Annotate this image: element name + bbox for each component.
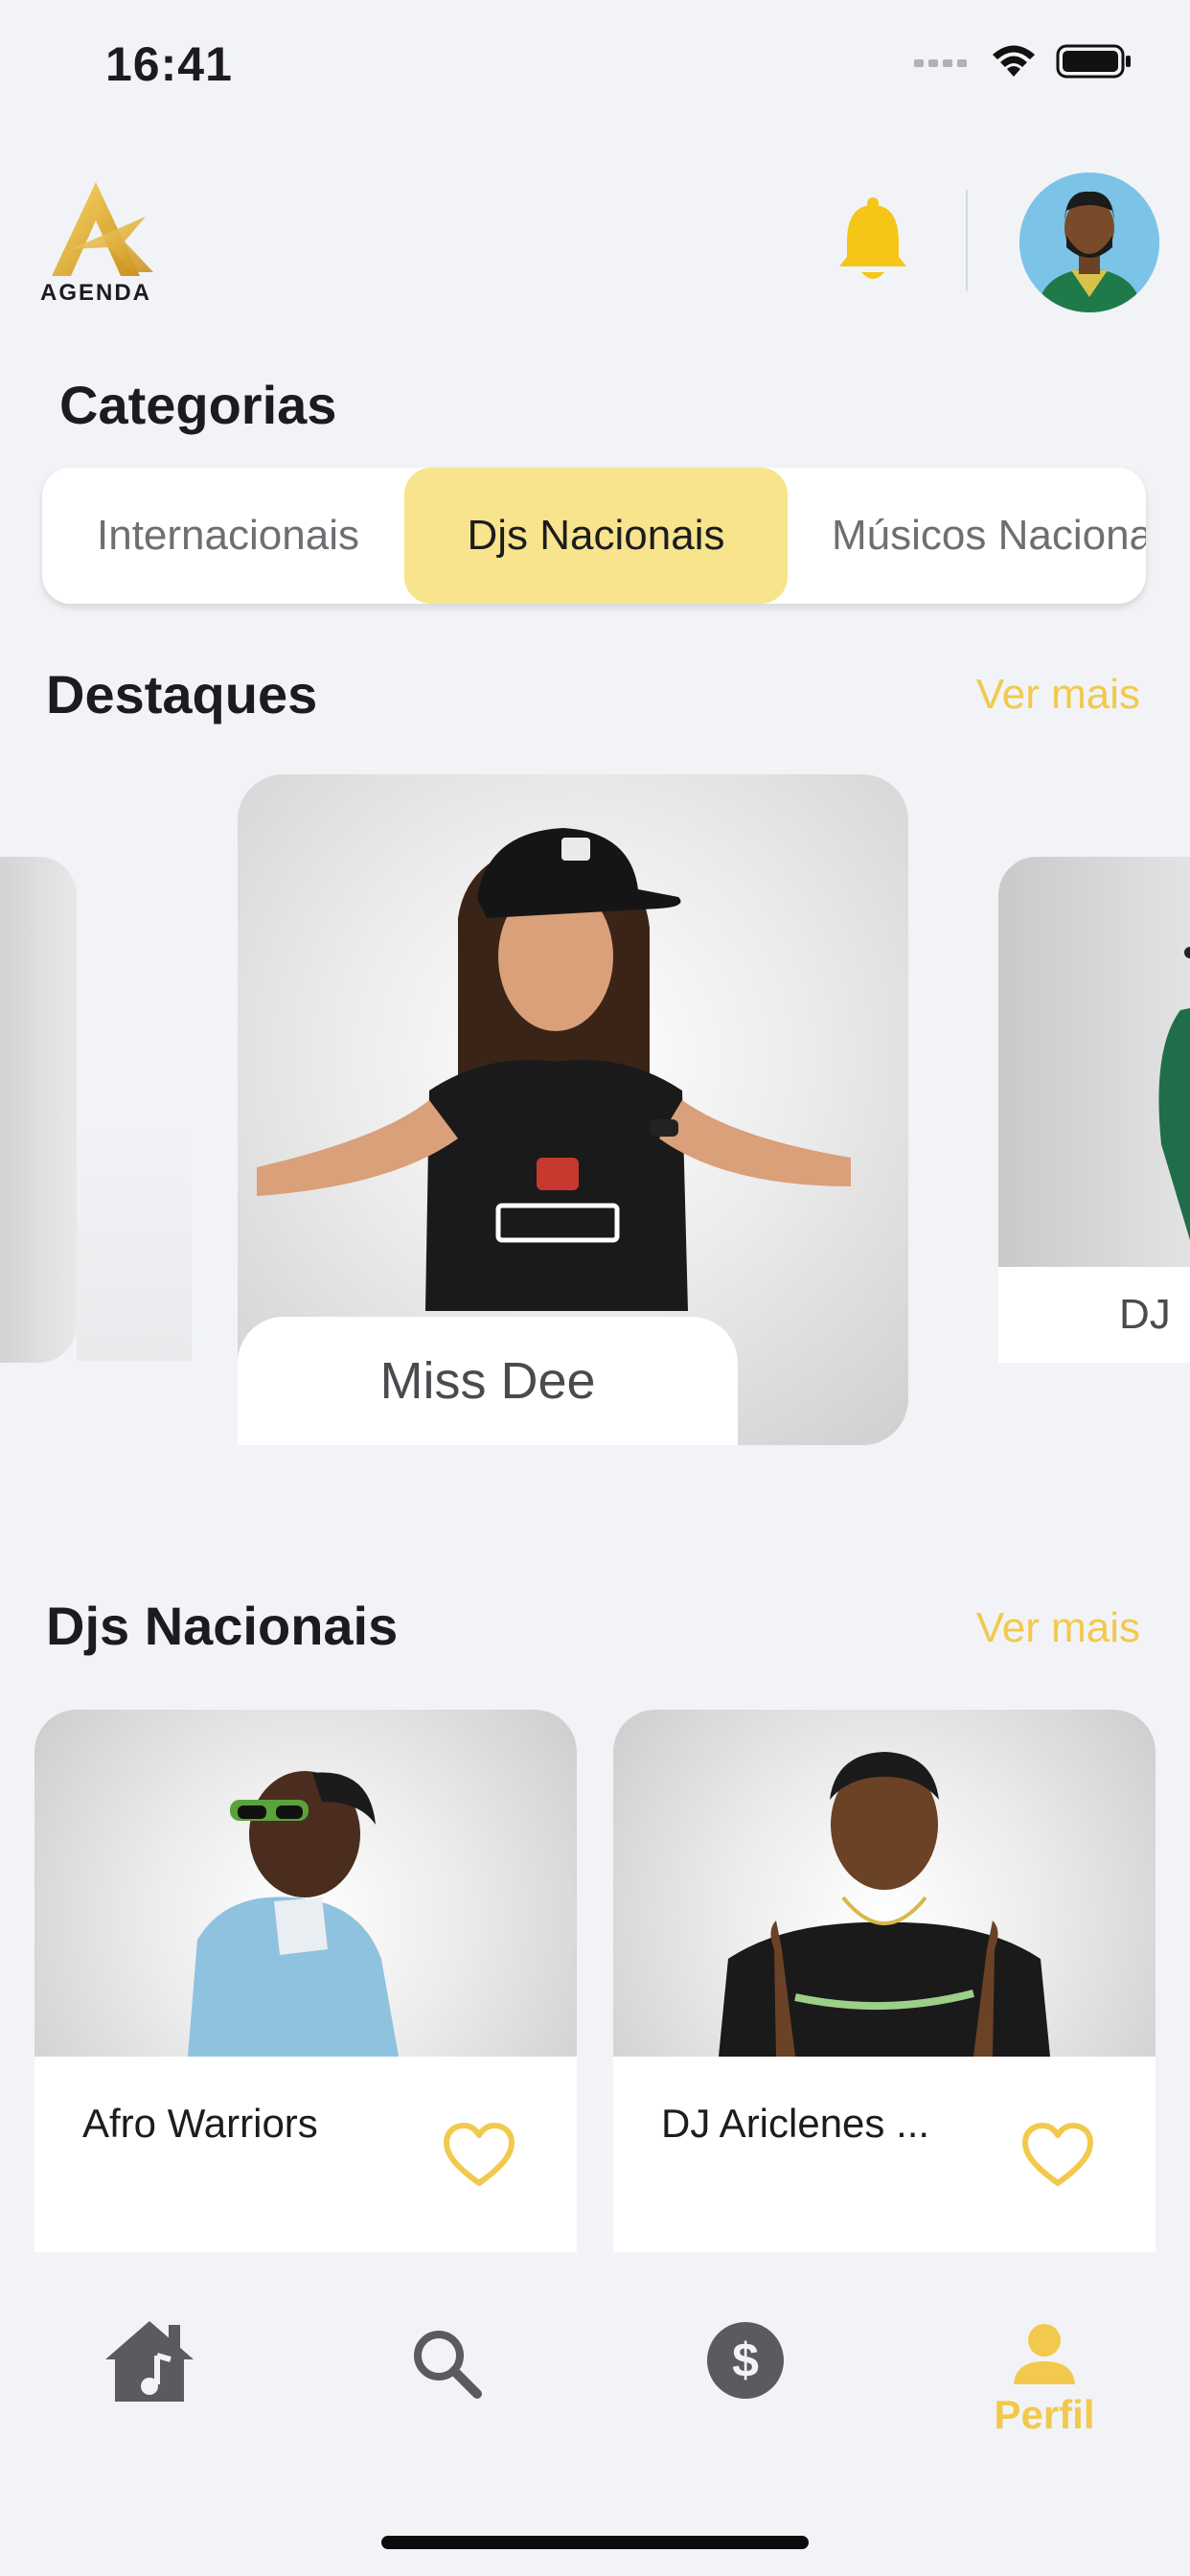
avatar[interactable] (1019, 172, 1159, 312)
heart-icon[interactable] (1021, 2122, 1094, 2189)
tab-musicos-nacionais[interactable]: Músicos Nacionais (832, 468, 1146, 604)
dj-card-ariclenes[interactable]: DJ Ariclenes ... (613, 1710, 1156, 2256)
person-icon (1014, 2324, 1075, 2384)
categories-title: Categorias (59, 375, 337, 435)
logo-text: AGENDA (39, 280, 151, 306)
home-indicator (381, 2536, 809, 2549)
featured-title: Destaques (46, 664, 318, 724)
djs-see-more-link[interactable]: Ver mais (976, 1604, 1140, 1652)
header-divider (966, 190, 968, 291)
dj-card-afro-warriors[interactable]: Afro Warriors (34, 1710, 577, 2256)
home-music-icon (105, 2321, 194, 2402)
search-icon (414, 2331, 482, 2399)
tab-profile[interactable]: Perfil (977, 2323, 1111, 2438)
status-icons (914, 42, 1133, 80)
dj-card-name: Afro Warriors (82, 2101, 318, 2146)
wifi-icon (993, 45, 1035, 77)
heart-icon[interactable] (443, 2122, 515, 2189)
featured-card-right-name: DJ (998, 1267, 1190, 1363)
tab-bar: $ Perfil (0, 2252, 1190, 2576)
dj-photo-ariclenes (613, 1710, 1156, 2057)
card-shadow-left (77, 1121, 192, 1361)
signal-icon (914, 59, 967, 67)
featured-card-left[interactable] (0, 857, 77, 1363)
tab-djs-nacionais[interactable]: Djs Nacionais (404, 468, 788, 604)
svg-text:$: $ (732, 2334, 759, 2387)
featured-see-more-link[interactable]: Ver mais (976, 671, 1140, 719)
tab-search[interactable] (379, 2327, 514, 2400)
djs-section-title: Djs Nacionais (46, 1596, 399, 1656)
tab-home[interactable] (82, 2317, 217, 2405)
tab-payments[interactable]: $ (678, 2321, 812, 2400)
dollar-icon: $ (707, 2322, 784, 2399)
bell-icon[interactable] (835, 197, 910, 286)
categories-tabs: Internacionais Djs Nacionais Músicos Nac… (42, 468, 1146, 604)
battery-icon (1056, 44, 1131, 79)
tab-profile-label: Perfil (994, 2392, 1095, 2437)
dj-card-name: DJ Ariclenes ... (661, 2101, 930, 2146)
tab-internacionais[interactable]: Internacionais (56, 468, 400, 604)
status-time: 16:41 (105, 37, 233, 91)
dj-photo-afro-warriors (34, 1710, 577, 2057)
featured-card-name: Miss Dee (238, 1317, 738, 1445)
